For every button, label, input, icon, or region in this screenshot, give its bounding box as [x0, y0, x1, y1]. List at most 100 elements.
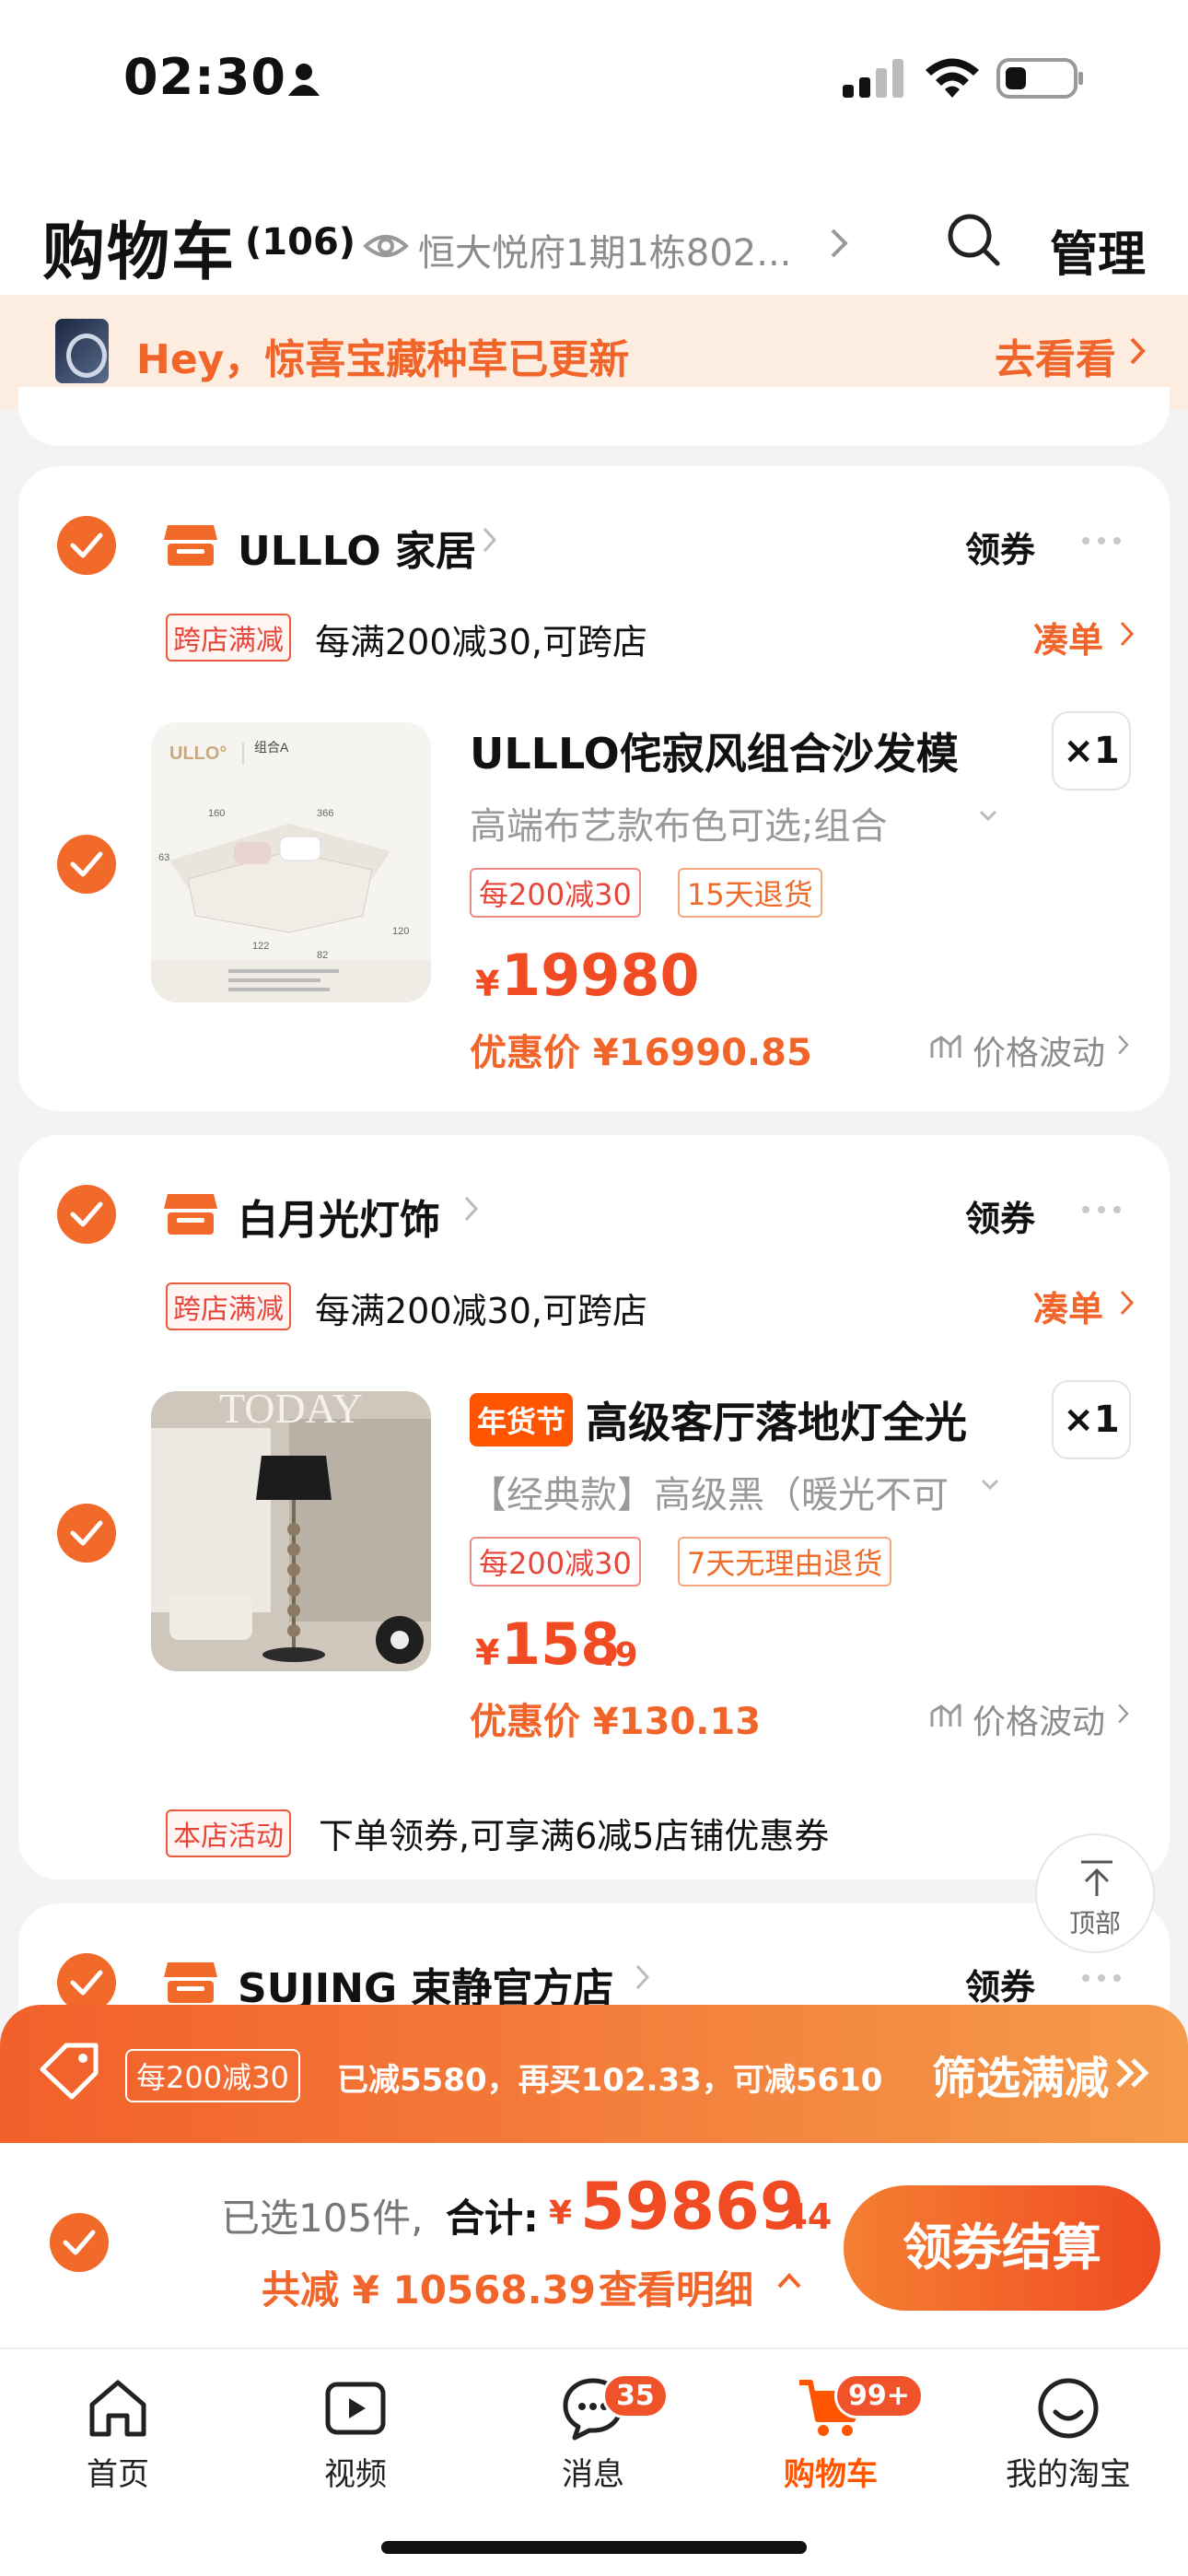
price-symbol: ¥: [475, 1633, 500, 1673]
tab-profile[interactable]: 我的淘宝: [976, 2366, 1160, 2504]
product-image[interactable]: ULLO° 组合A 160 366 63 122 82 120: [151, 722, 431, 1002]
discount-text: 已减5580，再买102.33，可减5610: [337, 2062, 883, 2099]
back-to-top-label: 顶部: [1068, 1908, 1121, 1938]
tab-cart[interactable]: 购物车 99+: [739, 2366, 924, 2504]
store-icon: [164, 1194, 217, 1235]
back-to-top-button[interactable]: 顶部: [1035, 1833, 1155, 1953]
product-image[interactable]: TODAY: [151, 1391, 431, 1671]
price-wave-link[interactable]: 价格波动: [973, 1026, 1105, 1074]
product-spec[interactable]: 高端布艺款布色可选;组合: [470, 796, 887, 849]
price-tag-icon: [40, 2043, 99, 2100]
chevron-right-icon: [1130, 337, 1146, 365]
collect-order-link[interactable]: 凑单: [1033, 1281, 1103, 1331]
chevron-right-icon: [1118, 1704, 1129, 1724]
thumb-dim: 160: [208, 808, 225, 819]
double-chevron-right-icon: [1116, 2058, 1149, 2088]
battery-icon: [996, 58, 1083, 99]
product-tag: 每200减30: [470, 1537, 641, 1587]
store-card-partial: [18, 387, 1170, 446]
tab-label: 视频: [324, 2456, 387, 2493]
promo-price: 优惠价 ¥16990.85: [470, 1032, 812, 1074]
promo-text: 每满200减30,可跨店: [315, 622, 647, 662]
thumb-dim: 82: [317, 950, 328, 961]
thumb-text: TODAY: [219, 1391, 363, 1432]
store-card: ULLLO 家居 领券 跨店满减 每满200减30,可跨店 凑单 ULLO° 组…: [18, 466, 1170, 1111]
more-icon[interactable]: [1081, 536, 1122, 545]
product-tag: 15天退货: [678, 868, 822, 918]
saved-amount: 共减 ¥ 10568.39: [262, 2267, 596, 2313]
checkout-summary: 已选105件, 合计: ¥ 59869 .44 共减 ¥ 10568.39 查看…: [0, 2143, 1188, 2348]
banner-action[interactable]: 去看看: [995, 326, 1116, 385]
wifi-icon: [926, 58, 979, 98]
store-card: 白月光灯饰 领券 跨店满减 每满200减30,可跨店 凑单 TODAY 年货节 …: [18, 1135, 1170, 1879]
store-name[interactable]: 白月光灯饰: [238, 1187, 440, 1246]
product-title[interactable]: 高级客厅落地灯全光: [586, 1389, 967, 1450]
thumb-dim: 120: [392, 926, 409, 937]
tab-label: 购物车: [784, 2456, 878, 2493]
item-checkbox[interactable]: [57, 1504, 116, 1563]
quantity-stepper[interactable]: ×1: [1052, 1380, 1131, 1459]
more-icon[interactable]: [1081, 1973, 1122, 1983]
festival-badge: 年货节: [470, 1393, 574, 1446]
total-symbol: ¥: [549, 2195, 573, 2232]
search-icon[interactable]: [944, 210, 1003, 269]
home-icon: [89, 2380, 146, 2437]
tab-video[interactable]: 视频: [263, 2366, 448, 2504]
discount-tag: 每200减30: [125, 2049, 300, 2102]
coupon-button[interactable]: 领券: [965, 1959, 1035, 2009]
page-title: 购物车: [42, 217, 237, 289]
thumb-label: 组合A: [254, 740, 289, 755]
cart-badge: 99+: [834, 2373, 924, 2418]
cart-count: (106): [245, 221, 356, 263]
banner-thumbnail: [55, 319, 109, 383]
view-detail-link[interactable]: 查看明细: [599, 2259, 753, 2315]
coupon-button[interactable]: 领券: [965, 521, 1035, 572]
tab-label: 首页: [87, 2456, 149, 2493]
filter-discount-button[interactable]: 筛选满减: [932, 2042, 1109, 2106]
collect-order-link[interactable]: 凑单: [1033, 612, 1103, 662]
tab-label: 消息: [562, 2456, 624, 2493]
store-name[interactable]: ULLLO 家居: [238, 518, 476, 577]
manage-button[interactable]: 管理: [1050, 216, 1146, 285]
price-wave-link[interactable]: 价格波动: [973, 1695, 1105, 1743]
tab-home[interactable]: 首页: [26, 2366, 210, 2504]
message-badge: 35: [602, 2373, 669, 2418]
quantity-stepper[interactable]: ×1: [1052, 711, 1131, 790]
promo-tag: 跨店满减: [166, 1282, 291, 1330]
discount-bar[interactable]: 每200减30 已减5580，再买102.33，可减5610 筛选满减: [0, 2005, 1188, 2143]
chevron-down-icon: [979, 810, 997, 822]
video-icon: [325, 2382, 386, 2435]
address-selector[interactable]: 恒大悦府1期1栋802...: [418, 223, 791, 276]
product-price: 19980: [501, 942, 700, 1009]
item-checkbox[interactable]: [57, 835, 116, 894]
chevron-right-icon: [1120, 621, 1135, 647]
person-icon: [288, 64, 320, 96]
store-icon: [164, 525, 217, 566]
select-all-checkbox[interactable]: [50, 2213, 109, 2272]
thumb-dim: 63: [158, 852, 169, 863]
store-checkbox[interactable]: [57, 1953, 116, 2012]
store-checkbox[interactable]: [57, 1185, 116, 1244]
store-icon: [164, 1962, 217, 2003]
eye-icon[interactable]: [363, 223, 409, 269]
banner-text: Hey，惊喜宝藏种草已更新: [136, 336, 630, 383]
tab-label: 我的淘宝: [1006, 2456, 1131, 2493]
checkout-button[interactable]: 领券结算: [844, 2185, 1160, 2311]
thumb-brand: ULLO°: [169, 744, 227, 764]
product-title[interactable]: ULLLO侘寂风组合沙发模: [470, 720, 959, 781]
price-wave-icon: [930, 1703, 961, 1727]
arrow-up-icon: [1081, 1860, 1112, 1896]
coupon-button[interactable]: 领券: [965, 1190, 1035, 1241]
home-indicator[interactable]: [381, 2541, 807, 2554]
chevron-right-icon: [831, 228, 848, 258]
cart-header: 购物车 (106) 恒大悦府1期1栋802... 管理: [0, 157, 1188, 295]
store-checkbox[interactable]: [57, 516, 116, 575]
promo-text: 每满200减30,可跨店: [315, 1291, 647, 1331]
more-icon[interactable]: [1081, 1205, 1122, 1214]
tab-message[interactable]: 消息 35: [501, 2366, 685, 2504]
activity-text[interactable]: 下单领券,可享满6减5店铺优惠券: [319, 1808, 829, 1858]
activity-tag: 本店活动: [166, 1809, 291, 1857]
chevron-up-icon: [777, 2273, 801, 2289]
product-spec[interactable]: 【经典款】高级黑（暖光不可: [470, 1465, 949, 1518]
total-decimal: .44: [770, 2196, 833, 2237]
